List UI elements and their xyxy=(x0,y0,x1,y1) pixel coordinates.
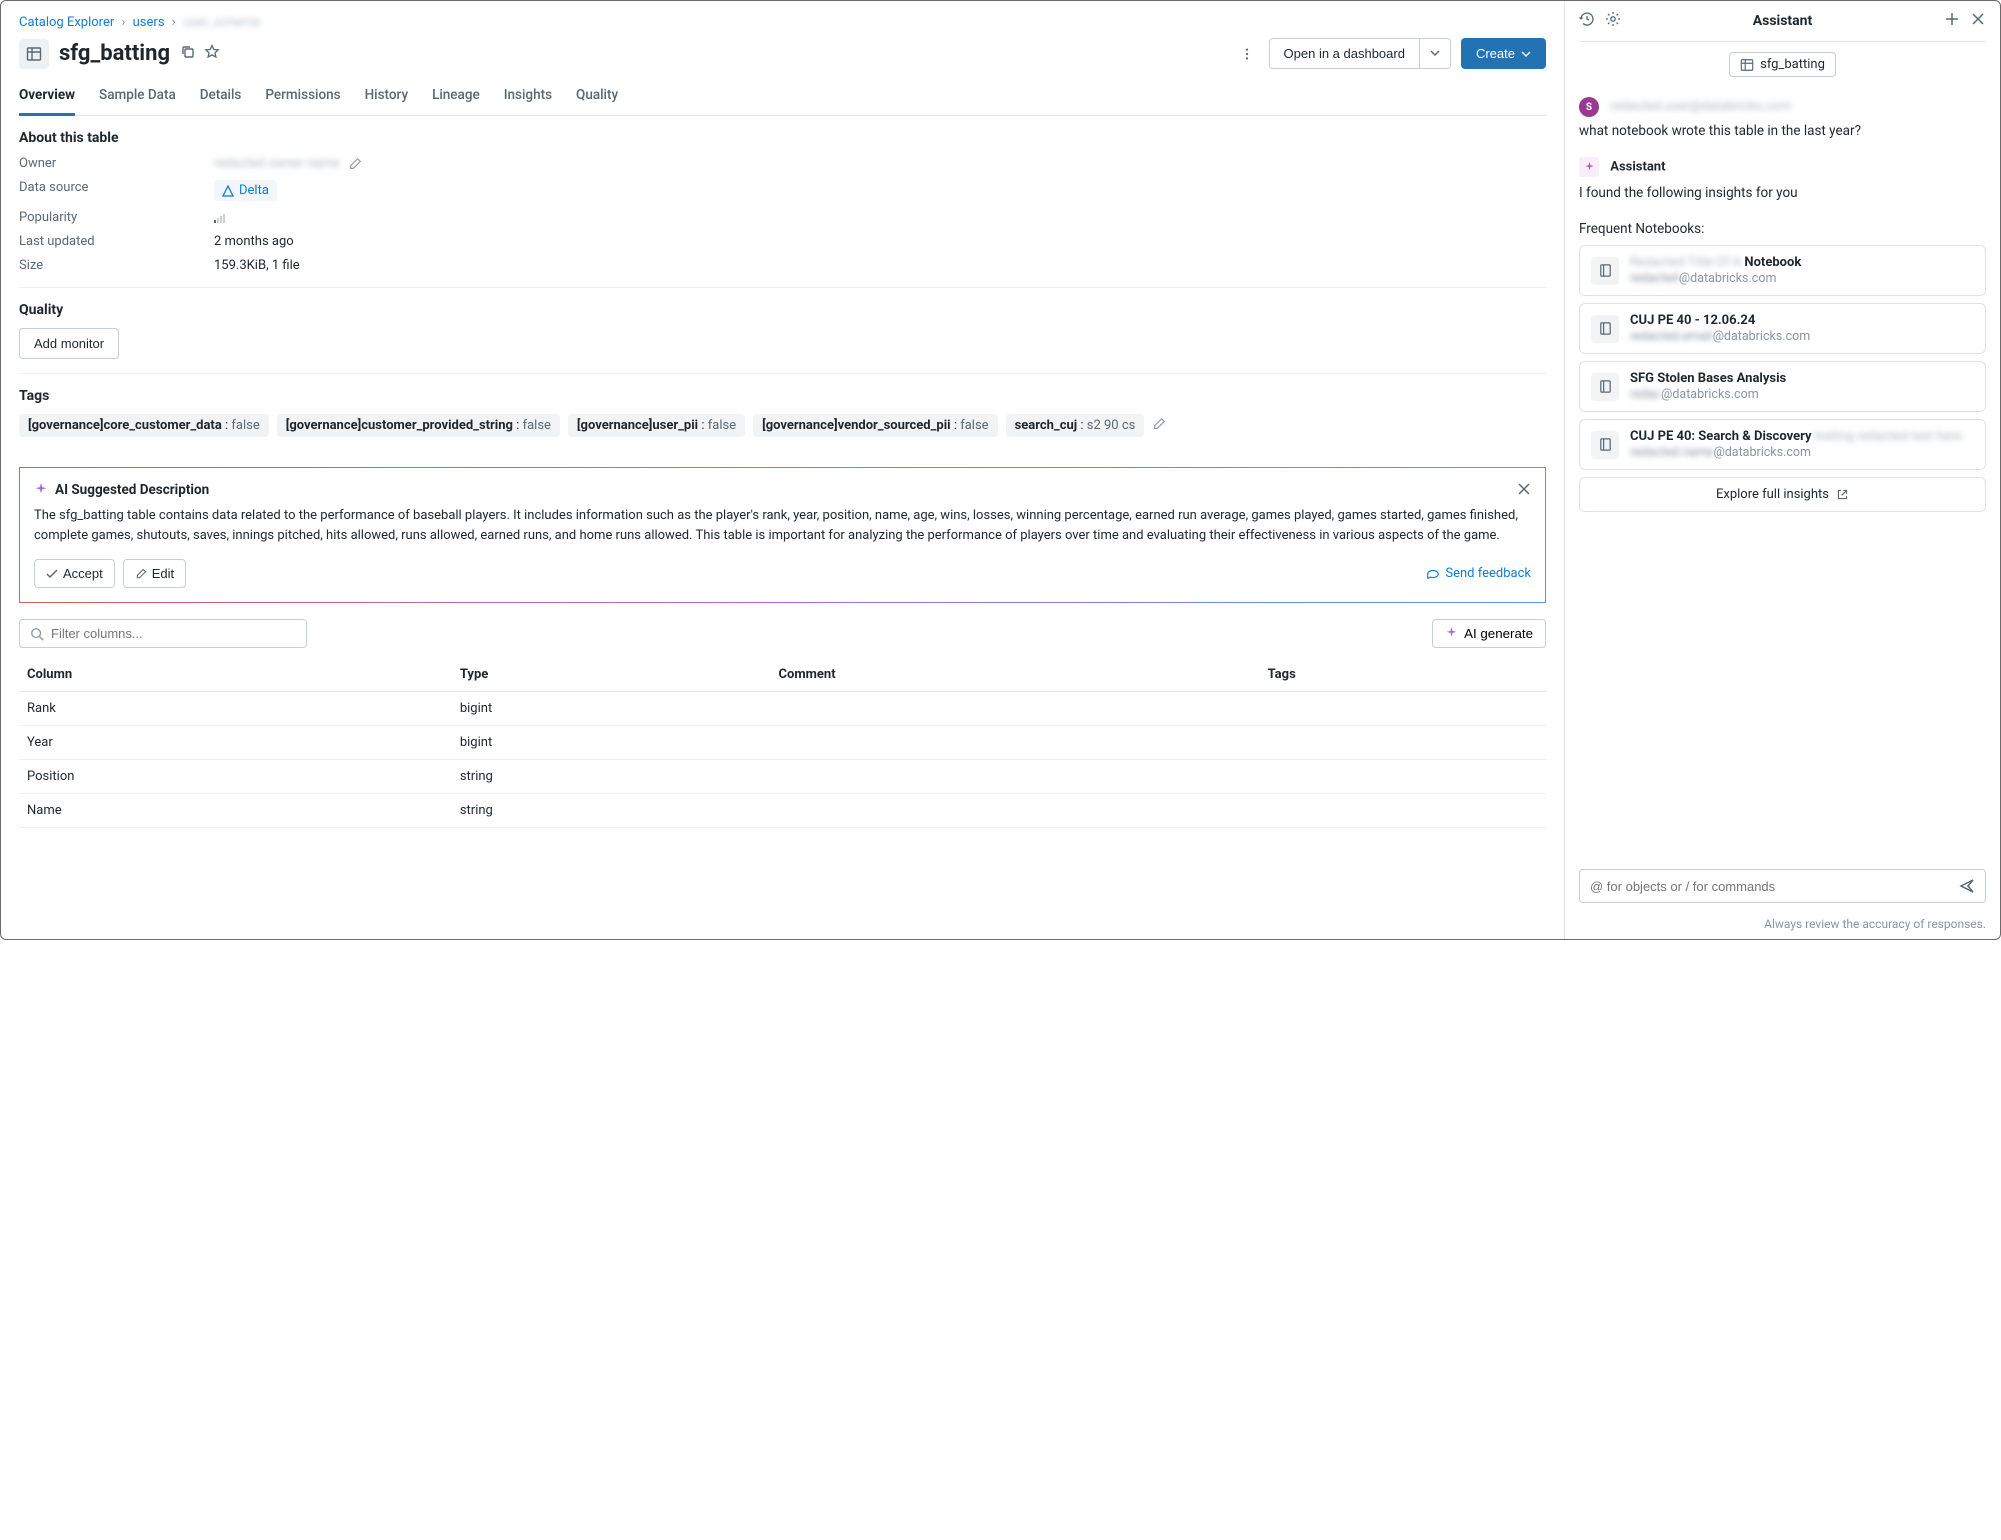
size-value: 159.3KiB, 1 file xyxy=(214,258,1546,273)
new-chat-icon[interactable] xyxy=(1944,11,1960,31)
external-link-icon xyxy=(1836,488,1849,501)
assistant-input[interactable] xyxy=(1579,869,1986,903)
breadcrumb: Catalog Explorer › users › user_schema xyxy=(19,15,1546,30)
user-avatar: S xyxy=(1579,97,1599,117)
assistant-name: Assistant xyxy=(1610,159,1665,174)
explore-insights-button[interactable]: Explore full insights xyxy=(1579,477,1986,512)
owner-value: redacted owner name xyxy=(214,156,340,171)
sparkle-icon xyxy=(34,483,48,497)
notebook-icon xyxy=(1591,373,1619,401)
edit-owner-icon[interactable] xyxy=(348,157,362,171)
popularity-label: Popularity xyxy=(19,210,214,225)
pencil-icon xyxy=(135,568,147,580)
last-updated-value: 2 months ago xyxy=(214,234,1546,249)
filter-columns-input[interactable] xyxy=(19,619,307,648)
tag-chip[interactable]: search_cuj : s2 90 cs xyxy=(1006,414,1145,437)
tab-details[interactable]: Details xyxy=(200,79,242,115)
edit-tags-icon[interactable] xyxy=(1152,417,1166,435)
notebook-card[interactable]: SFG Stolen Bases Analysisredac@databrick… xyxy=(1579,361,1986,412)
edit-button[interactable]: Edit xyxy=(123,559,186,588)
assistant-message-text: I found the following insights for you xyxy=(1579,185,1986,201)
page-title: sfg_batting xyxy=(59,41,170,66)
tag-chip[interactable]: [governance]core_customer_data : false xyxy=(19,414,269,437)
sparkle-icon xyxy=(1445,627,1458,640)
context-pill[interactable]: sfg_batting xyxy=(1729,52,1836,77)
open-dashboard-button[interactable]: Open in a dashboard xyxy=(1269,38,1419,69)
notebook-icon xyxy=(1591,257,1619,285)
add-monitor-button[interactable]: Add monitor xyxy=(19,328,119,359)
tab-history[interactable]: History xyxy=(365,79,408,115)
tabs: Overview Sample Data Details Permissions… xyxy=(19,79,1546,116)
datasource-label: Data source xyxy=(19,180,214,201)
create-button[interactable]: Create xyxy=(1461,38,1546,69)
ai-body: The sfg_batting table contains data rela… xyxy=(34,506,1531,545)
tags-heading: Tags xyxy=(19,388,1546,404)
table-row[interactable]: Positionstring xyxy=(19,760,1546,794)
send-icon[interactable] xyxy=(1959,878,1975,894)
assistant-title: Assistant xyxy=(1631,13,1934,29)
tag-chip[interactable]: [governance]user_pii : false xyxy=(568,414,745,437)
table-icon xyxy=(19,39,49,69)
notebook-icon xyxy=(1591,431,1619,459)
col-header[interactable]: Tags xyxy=(1262,658,1546,692)
star-icon[interactable] xyxy=(204,44,220,64)
delta-icon xyxy=(222,185,234,197)
breadcrumb-last[interactable]: user_schema xyxy=(183,15,260,30)
open-dashboard-dropdown[interactable] xyxy=(1419,38,1451,69)
gear-icon[interactable] xyxy=(1605,11,1621,31)
assistant-avatar xyxy=(1579,157,1599,177)
tag-chip[interactable]: [governance]vendor_sourced_pii : false xyxy=(753,414,997,437)
ai-title: AI Suggested Description xyxy=(55,482,209,498)
ai-generate-button[interactable]: AI generate xyxy=(1432,619,1546,648)
table-icon xyxy=(1740,58,1754,72)
owner-label: Owner xyxy=(19,156,214,171)
tab-overview[interactable]: Overview xyxy=(19,79,75,116)
tab-insights[interactable]: Insights xyxy=(504,79,552,115)
user-message: S redacted.user@databricks.com what note… xyxy=(1579,97,1986,139)
ai-description-panel: AI Suggested Description The sfg_batting… xyxy=(19,467,1546,603)
delta-badge: Delta xyxy=(214,180,277,201)
breadcrumb-root[interactable]: Catalog Explorer xyxy=(19,15,114,30)
accept-button[interactable]: Accept xyxy=(34,559,115,588)
close-ai-icon[interactable] xyxy=(1517,482,1531,500)
history-icon[interactable] xyxy=(1579,11,1595,31)
copy-icon[interactable] xyxy=(180,44,196,64)
assistant-message: Assistant I found the following insights… xyxy=(1579,157,1986,201)
tag-chip[interactable]: [governance]customer_provided_string : f… xyxy=(277,414,560,437)
chevron-down-icon xyxy=(1521,49,1531,59)
tab-permissions[interactable]: Permissions xyxy=(265,79,340,115)
close-assistant-icon[interactable] xyxy=(1970,11,1986,31)
check-icon xyxy=(46,568,58,580)
col-header[interactable]: Type xyxy=(454,658,773,692)
size-label: Size xyxy=(19,258,214,273)
col-header[interactable]: Column xyxy=(19,658,454,692)
col-header[interactable]: Comment xyxy=(773,658,1262,692)
search-icon xyxy=(30,627,44,641)
tab-lineage[interactable]: Lineage xyxy=(432,79,480,115)
table-row[interactable]: Namestring xyxy=(19,794,1546,828)
insights-heading: Frequent Notebooks: xyxy=(1579,221,1986,237)
chat-icon xyxy=(1426,567,1440,581)
last-updated-label: Last updated xyxy=(19,234,214,249)
notebook-card[interactable]: CUJ PE 40 - 12.06.24redacted.email@datab… xyxy=(1579,303,1986,354)
tab-quality[interactable]: Quality xyxy=(576,79,618,115)
tab-sample-data[interactable]: Sample Data xyxy=(99,79,176,115)
popularity-indicator xyxy=(214,213,225,223)
table-row[interactable]: Rankbigint xyxy=(19,692,1546,726)
breadcrumb-schema[interactable]: users xyxy=(133,15,165,30)
notebook-card[interactable]: CUJ PE 40: Search & Discovery trailing r… xyxy=(1579,419,1986,470)
disclaimer-text: Always review the accuracy of responses. xyxy=(1565,913,2000,939)
more-menu-icon[interactable] xyxy=(1235,42,1259,66)
notebook-icon xyxy=(1591,315,1619,343)
quality-heading: Quality xyxy=(19,302,1546,318)
user-name: redacted.user@databricks.com xyxy=(1610,99,1791,114)
about-heading: About this table xyxy=(19,130,1546,146)
send-feedback-link[interactable]: Send feedback xyxy=(1426,566,1531,581)
table-row[interactable]: Yearbigint xyxy=(19,726,1546,760)
user-message-text: what notebook wrote this table in the la… xyxy=(1579,123,1986,139)
notebook-card[interactable]: Redacted Title Of A Notebookredacted@dat… xyxy=(1579,245,1986,296)
columns-table: Column Type Comment Tags RankbigintYearb… xyxy=(19,658,1546,828)
